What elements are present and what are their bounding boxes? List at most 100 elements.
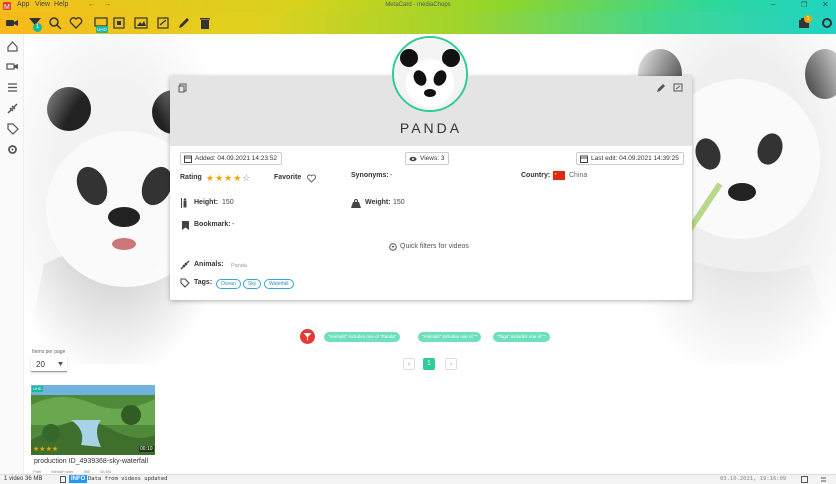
videos-icon[interactable] bbox=[6, 60, 19, 73]
video-thumbnail[interactable]: UHD ★★★★ 00:10 bbox=[31, 385, 155, 455]
tags-icon bbox=[180, 278, 190, 288]
animals-value[interactable]: Panda bbox=[231, 263, 247, 269]
star-3[interactable]: ★ bbox=[224, 173, 233, 183]
edit-note-icon[interactable] bbox=[673, 83, 683, 93]
bookmark-label: Bookmark: bbox=[194, 221, 231, 228]
note-icon[interactable] bbox=[156, 16, 170, 30]
title-bar: M App View Help ← → MetaCard - mediaChop… bbox=[0, 0, 836, 12]
height-icon bbox=[181, 198, 187, 208]
heart-icon[interactable] bbox=[69, 16, 83, 30]
filter-chip-animals[interactable]: "Animals" includes one of "" bbox=[418, 332, 482, 342]
page-1-button[interactable]: 1 bbox=[423, 358, 435, 370]
filter-chip-animals-panda[interactable]: "Animals" includes one of "Panda" bbox=[324, 332, 401, 342]
uhd-badge: UHD bbox=[96, 26, 108, 33]
panda-avatar[interactable] bbox=[392, 36, 468, 112]
tag-sky[interactable]: Sky bbox=[243, 279, 262, 289]
delete-icon[interactable] bbox=[198, 16, 212, 30]
items-per-page-value: 20 bbox=[36, 360, 45, 369]
rating-label: Rating bbox=[180, 174, 202, 181]
last-edit-chip: Last edit: 04.09.2021 14:39:25 bbox=[576, 152, 684, 165]
star-1[interactable]: ★ bbox=[206, 173, 215, 183]
crop-icon[interactable] bbox=[112, 16, 126, 30]
notifications-badge: 1 bbox=[804, 15, 812, 23]
menu-help[interactable]: Help bbox=[54, 1, 68, 8]
settings-gear-icon[interactable] bbox=[820, 16, 834, 30]
favorite-heart-icon[interactable] bbox=[307, 174, 316, 183]
minimize-icon[interactable]: – bbox=[771, 0, 775, 9]
calendar-icon bbox=[184, 155, 192, 163]
toolbar: 1 UHD 1 bbox=[0, 12, 836, 34]
edit-pencil-icon[interactable] bbox=[656, 83, 666, 93]
logs-icon[interactable] bbox=[820, 476, 827, 483]
home-icon[interactable] bbox=[6, 40, 19, 53]
document-icon[interactable] bbox=[60, 476, 66, 483]
close-icon[interactable]: ✕ bbox=[822, 0, 829, 9]
tag-ocean[interactable]: Ocean bbox=[216, 279, 241, 289]
quick-filters-link[interactable]: Quick filters for videos bbox=[400, 243, 469, 250]
synonyms-label: Synonyms: bbox=[351, 172, 389, 179]
back-arrow-icon[interactable]: ← bbox=[88, 1, 95, 8]
rating-stars[interactable]: ★★★★☆ bbox=[206, 173, 251, 184]
paw-icon[interactable] bbox=[6, 102, 19, 115]
restore-icon[interactable]: ❐ bbox=[801, 1, 807, 9]
views-chip: Views: 3 bbox=[405, 152, 450, 165]
next-page-button[interactable]: › bbox=[445, 358, 457, 370]
tag-icon[interactable] bbox=[6, 122, 19, 135]
filter-clear-icon bbox=[303, 333, 312, 341]
weight-value: 150 bbox=[393, 199, 405, 206]
image-icon[interactable] bbox=[134, 16, 148, 30]
china-flag-icon: ★ bbox=[553, 171, 565, 180]
app-logo-icon: M bbox=[3, 2, 11, 10]
svg-text:★: ★ bbox=[554, 172, 557, 176]
edit-icon[interactable] bbox=[177, 16, 191, 30]
added-date-chip: Added: 04.09.2021 14:23:52 bbox=[180, 152, 283, 165]
status-message: Data from videos updated bbox=[88, 476, 168, 482]
forward-arrow-icon[interactable]: → bbox=[104, 1, 111, 8]
info-badge: INFO bbox=[69, 475, 88, 483]
copy-icon[interactable] bbox=[178, 83, 188, 93]
video-rating-stars: ★★★★ bbox=[33, 445, 58, 453]
star-2[interactable]: ★ bbox=[215, 173, 224, 183]
status-datetime: 03.10.2021, 19:16:09 bbox=[720, 476, 787, 482]
video-camera-icon[interactable] bbox=[5, 16, 19, 30]
menu-view[interactable]: View bbox=[35, 1, 50, 8]
menu-app[interactable]: App bbox=[17, 1, 29, 8]
favorite-label: Favorite bbox=[274, 174, 302, 181]
country-label: Country: bbox=[521, 172, 551, 179]
video-duration: 00:10 bbox=[139, 446, 154, 452]
calendar-edit-icon bbox=[580, 155, 588, 163]
svg-text:M: M bbox=[4, 4, 10, 10]
height-value: 150 bbox=[222, 199, 234, 206]
bookmark-value: - bbox=[232, 221, 235, 228]
filter-chip-tags[interactable]: "Tags" includes one of "" bbox=[493, 332, 550, 342]
animals-icon bbox=[180, 260, 190, 270]
status-count: 1 video 36 MB bbox=[4, 476, 43, 482]
synonyms-value: - bbox=[390, 172, 393, 179]
tag-waterfall[interactable]: Waterfall bbox=[264, 279, 294, 289]
weight-icon bbox=[351, 199, 361, 208]
animals-label: Animals: bbox=[194, 261, 224, 268]
eye-icon bbox=[409, 156, 417, 162]
star-4[interactable]: ★ bbox=[233, 173, 242, 183]
video-title[interactable]: production ID_4939368-sky-waterfall bbox=[34, 458, 148, 465]
list-icon[interactable] bbox=[6, 81, 19, 94]
storage-icon[interactable] bbox=[801, 476, 808, 483]
sidebar bbox=[0, 34, 24, 474]
prev-page-button[interactable]: ‹ bbox=[403, 358, 415, 370]
settings-icon[interactable] bbox=[6, 143, 19, 156]
items-per-page-select[interactable]: 20 bbox=[31, 356, 67, 372]
meta-title: PANDA bbox=[399, 120, 463, 136]
weight-label: Weight: bbox=[365, 199, 391, 206]
video-star-4: ★ bbox=[51, 446, 59, 453]
search-icon[interactable] bbox=[48, 16, 62, 30]
clear-filters-button[interactable] bbox=[300, 329, 315, 344]
video-uhd-badge: UHD bbox=[32, 386, 43, 392]
items-per-page-label: Items per page bbox=[32, 349, 66, 355]
height-label: Height: bbox=[194, 199, 219, 206]
tags-label: Tags: bbox=[194, 279, 213, 286]
window-title: MetaCard - mediaChops bbox=[385, 2, 451, 8]
bookmark-icon bbox=[182, 221, 189, 230]
filter-badge: 1 bbox=[33, 23, 42, 32]
star-5[interactable]: ☆ bbox=[242, 173, 251, 183]
quick-filter-icon bbox=[389, 243, 397, 251]
